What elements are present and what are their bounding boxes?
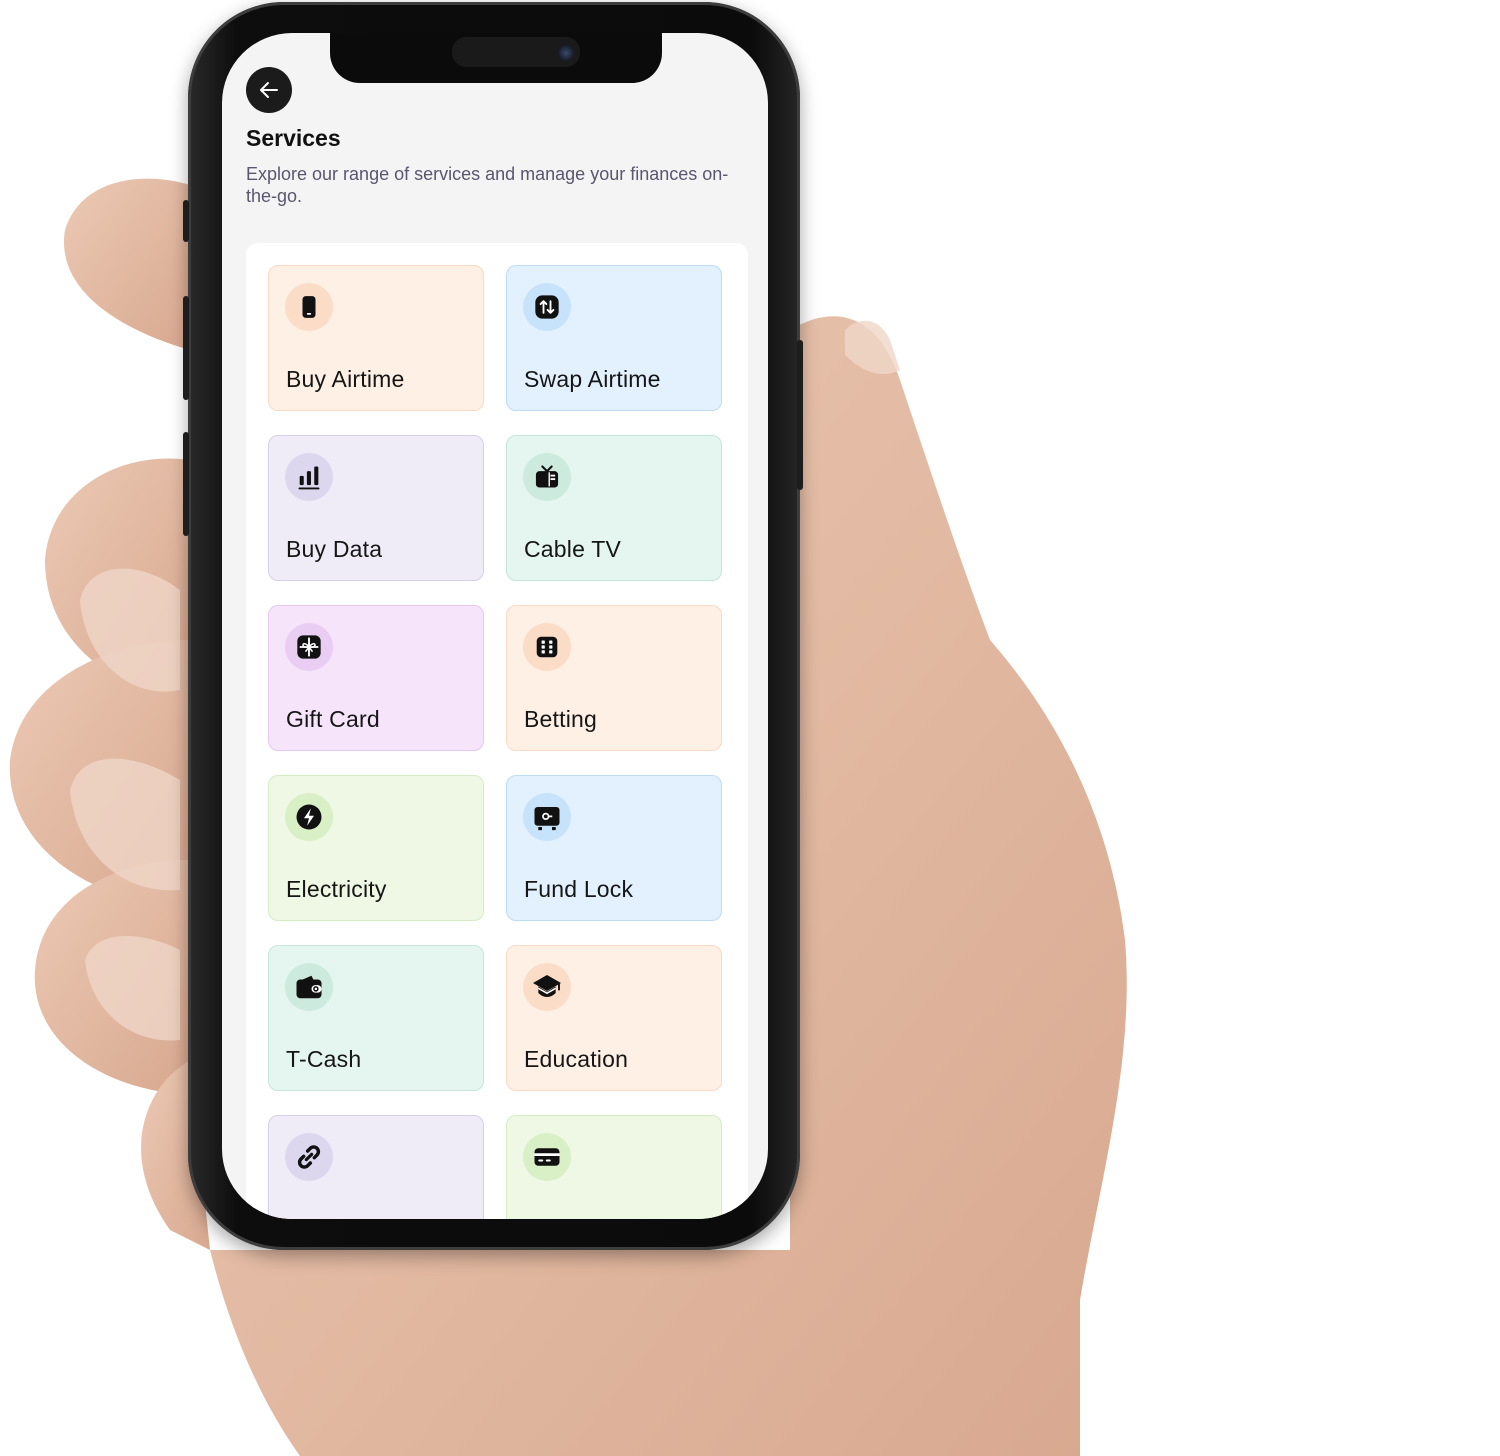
safe-icon	[532, 802, 562, 832]
dice-icon	[534, 634, 560, 660]
service-icon-bg	[523, 283, 571, 331]
services-panel: Buy Airtime Swap Airtime Buy Data Cable …	[246, 243, 748, 1219]
service-label: Electricity	[286, 876, 387, 902]
service-icon-bg	[285, 623, 333, 671]
service-icon-bg	[523, 623, 571, 671]
service-card-education[interactable]: Education	[506, 945, 722, 1091]
service-icon-bg	[523, 963, 571, 1011]
service-label: Betting	[524, 706, 598, 732]
service-card-swap-airtime[interactable]: Swap Airtime	[506, 265, 722, 411]
service-label: Cable TV	[524, 536, 622, 562]
services-grid: Buy Airtime Swap Airtime Buy Data Cable …	[268, 265, 722, 1219]
phone-volume-up-button	[183, 296, 189, 400]
notch	[330, 33, 662, 83]
service-icon-bg	[285, 1133, 333, 1181]
wallet-icon	[294, 972, 324, 1002]
phone-screen: Services Explore our range of services a…	[222, 33, 768, 1219]
link-icon	[293, 1141, 325, 1173]
service-card-gift-card[interactable]: Gift Card	[268, 605, 484, 751]
service-card-card[interactable]	[506, 1115, 722, 1219]
service-card-buy-airtime[interactable]: Buy Airtime	[268, 265, 484, 411]
service-icon-bg	[285, 963, 333, 1011]
service-card-fund-lock[interactable]: Fund Lock	[506, 775, 722, 921]
phone-side-button	[183, 200, 189, 242]
signal-bars-icon	[295, 463, 323, 491]
service-label: Gift Card	[286, 706, 380, 732]
phone-icon	[296, 294, 322, 320]
service-card-link[interactable]	[268, 1115, 484, 1219]
page-subtitle: Explore our range of services and manage…	[246, 164, 729, 206]
service-icon-bg	[285, 793, 333, 841]
gift-icon	[295, 633, 323, 661]
arrow-left-icon	[257, 78, 281, 102]
service-label: Fund Lock	[524, 876, 634, 902]
service-icon-bg	[285, 283, 333, 331]
page-title: Services	[246, 125, 341, 151]
phone-volume-down-button	[183, 432, 189, 536]
service-card-electricity[interactable]: Electricity	[268, 775, 484, 921]
service-label: T-Cash	[286, 1046, 362, 1072]
service-card-cable-tv[interactable]: Cable TV	[506, 435, 722, 581]
tv-icon	[533, 463, 561, 491]
service-icon-bg	[285, 453, 333, 501]
lightning-icon	[294, 802, 324, 832]
service-icon-bg	[523, 793, 571, 841]
service-card-buy-data[interactable]: Buy Data	[268, 435, 484, 581]
front-camera	[558, 45, 574, 61]
back-button[interactable]	[246, 67, 292, 113]
service-icon-bg	[523, 1133, 571, 1181]
service-icon-bg	[523, 453, 571, 501]
service-card-t-cash[interactable]: T-Cash	[268, 945, 484, 1091]
service-label: Buy Data	[286, 536, 383, 562]
swap-icon	[533, 293, 561, 321]
graduation-cap-icon	[531, 971, 563, 1003]
service-label: Education	[524, 1046, 629, 1072]
service-label: Buy Airtime	[286, 366, 405, 392]
service-card-betting[interactable]: Betting	[506, 605, 722, 751]
credit-card-icon	[532, 1142, 562, 1172]
service-label: Swap Airtime	[524, 366, 661, 392]
phone-power-button	[797, 340, 803, 490]
